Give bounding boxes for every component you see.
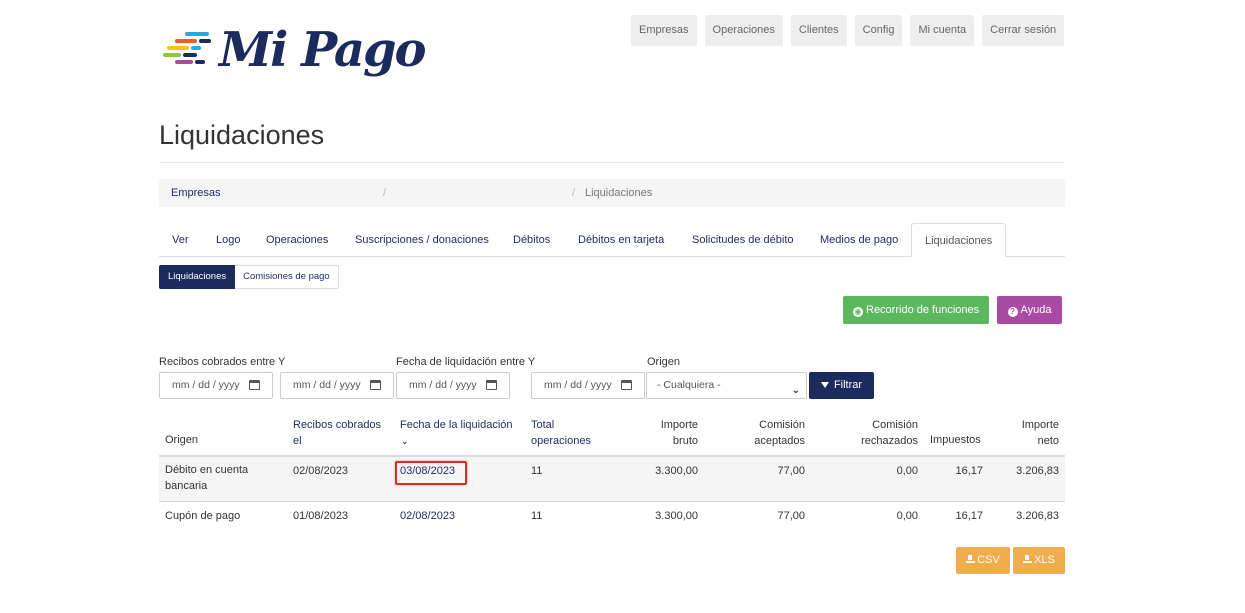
cell-comision-aceptados: 77,00 [777, 465, 805, 477]
export-csv-label: CSV [977, 554, 1000, 566]
origin-select-value: - Cualquiera - [657, 379, 721, 391]
header-comision-rechazados: Comisión rechazados [861, 419, 918, 447]
cell-importe-bruto: 3.300,00 [655, 465, 698, 477]
pill-comisiones-pago[interactable]: Comisiones de pago [235, 265, 339, 289]
help-button[interactable]: ? Ayuda [997, 296, 1062, 324]
export-csv-button[interactable]: CSV [956, 547, 1010, 574]
breadcrumb-empresas[interactable]: Empresas [171, 179, 221, 207]
tab-logo[interactable]: Logo [203, 223, 253, 257]
settlement-to-input[interactable]: mm / dd / yyyy [531, 372, 645, 399]
logo-stripes-icon [163, 32, 211, 64]
breadcrumb-current: Liquidaciones [585, 187, 653, 199]
tab-debitos-tarjeta[interactable]: Débitos en tarjeta [565, 223, 677, 257]
logo-text: Mi Pago [219, 22, 427, 78]
date-placeholder: mm / dd / yyyy [172, 379, 240, 391]
header-origen: Origen [165, 434, 199, 446]
tab-debitos[interactable]: Débitos [500, 223, 563, 257]
header-impuestos: Impuestos [930, 434, 981, 446]
company-tabs: Ver Logo Operaciones Suscripciones / don… [159, 223, 1065, 257]
tour-button-label: Recorrido de funciones [866, 304, 980, 316]
cell-importe-neto: 3.206,83 [1016, 510, 1059, 522]
header-total-operaciones[interactable]: Total operaciones [531, 417, 601, 449]
nav-operaciones[interactable]: Operaciones [704, 15, 783, 46]
header-importe-bruto: Importe bruto [660, 419, 698, 447]
nav-clientes[interactable]: Clientes [790, 15, 847, 46]
cell-impuestos: 16,17 [955, 510, 983, 522]
title-divider [159, 162, 1065, 163]
date-placeholder: mm / dd / yyyy [409, 379, 477, 391]
calendar-icon[interactable] [249, 380, 260, 390]
tab-medios-pago[interactable]: Medios de pago [807, 223, 911, 257]
origin-select[interactable]: - Cualquiera - ⌄ [646, 372, 807, 399]
highlight-box [395, 461, 467, 485]
tab-liquidaciones[interactable]: Liquidaciones [911, 223, 1007, 257]
page-title: Liquidaciones [159, 120, 325, 150]
nav-empresas[interactable]: Empresas [631, 15, 697, 46]
cell-comision-rechazados: 0,00 [896, 465, 918, 477]
sort-chevron-down-icon: ⌄ [401, 436, 409, 446]
breadcrumb-separator: / [383, 187, 387, 199]
cell-recibos-cobrados: 02/08/2023 [293, 465, 349, 477]
breadcrumb: Empresas / / Liquidaciones [159, 179, 1065, 207]
help-button-label: Ayuda [1020, 304, 1052, 316]
calendar-icon[interactable] [486, 380, 497, 390]
calendar-icon[interactable] [370, 380, 381, 390]
chevron-down-icon: ⌄ [791, 385, 800, 396]
cell-origen: Cupón de pago [165, 510, 241, 522]
question-circle-icon: ? [1007, 307, 1018, 317]
funnel-icon [820, 382, 829, 388]
filter-button[interactable]: Filtrar [809, 372, 874, 399]
date-placeholder: mm / dd / yyyy [544, 379, 612, 391]
settlement-range-label: Fecha de liquidación entre Y [396, 356, 536, 368]
header-fecha-liquidacion[interactable]: Fecha de la liquidación ⌄ [400, 417, 530, 449]
cell-comision-aceptados: 77,00 [777, 510, 805, 522]
export-xls-label: XLS [1034, 554, 1055, 566]
header-comision-aceptados: Comisión aceptados [754, 419, 805, 447]
top-navigation: Empresas Operaciones Clientes Config Mi … [631, 15, 1065, 46]
download-icon [966, 555, 976, 563]
tab-solicitudes-debito[interactable]: Solicitudes de débito [679, 223, 807, 257]
download-icon [1023, 555, 1033, 563]
cell-fecha-liquidacion-link[interactable]: 02/08/2023 [400, 508, 455, 524]
tab-ver[interactable]: Ver [159, 223, 202, 257]
origin-label: Origen [647, 356, 681, 368]
cell-origen: Débito en cuenta bancaria [165, 464, 249, 492]
settlement-from-input[interactable]: mm / dd / yyyy [396, 372, 510, 399]
breadcrumb-separator: / [572, 187, 576, 199]
export-xls-button[interactable]: XLS [1013, 547, 1065, 574]
header-importe-neto: Importe neto [1021, 419, 1059, 447]
globe-icon: ◉ [853, 307, 863, 317]
header-recibos-cobrados[interactable]: Recibos cobrados el [293, 417, 389, 449]
filter-button-label: Filtrar [833, 379, 863, 391]
nav-config[interactable]: Config [854, 15, 903, 46]
tab-suscripciones[interactable]: Suscripciones / donaciones [342, 223, 502, 257]
received-range-label: Recibos cobrados entre Y [159, 356, 286, 368]
cell-recibos-cobrados: 01/08/2023 [293, 510, 349, 522]
table-row-divider [159, 501, 1065, 502]
cell-total-operaciones: 11 [531, 465, 543, 477]
pill-liquidaciones[interactable]: Liquidaciones [159, 265, 236, 289]
tour-button[interactable]: ◉ Recorrido de funciones [843, 296, 989, 324]
nav-cerrar-sesion[interactable]: Cerrar sesión [982, 15, 1065, 46]
cell-comision-rechazados: 0,00 [896, 510, 918, 522]
header-fecha-liquidacion-label: Fecha de la liquidación [400, 419, 513, 431]
mipago-logo[interactable]: Mi Pago [163, 22, 427, 88]
calendar-icon[interactable] [621, 380, 632, 390]
cell-importe-bruto: 3.300,00 [655, 510, 698, 522]
cell-importe-neto: 3.206,83 [1016, 465, 1059, 477]
nav-mi-cuenta[interactable]: Mi cuenta [910, 15, 975, 46]
date-placeholder: mm / dd / yyyy [293, 379, 361, 391]
cell-total-operaciones: 11 [531, 510, 543, 522]
tab-operaciones[interactable]: Operaciones [253, 223, 341, 257]
subtab-pills: Liquidaciones Comisiones de pago [159, 265, 339, 289]
received-from-input[interactable]: mm / dd / yyyy [159, 372, 273, 399]
received-to-input[interactable]: mm / dd / yyyy [280, 372, 394, 399]
cell-impuestos: 16,17 [955, 465, 983, 477]
